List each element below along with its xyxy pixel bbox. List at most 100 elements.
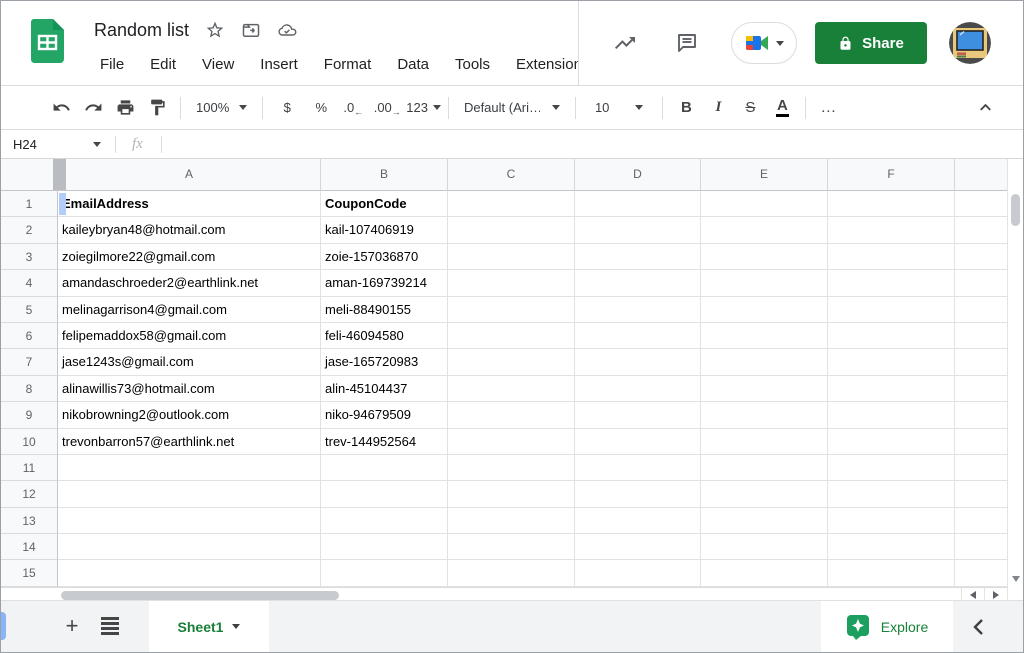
cell-E7[interactable] xyxy=(701,349,828,375)
cell-C15[interactable] xyxy=(448,560,575,586)
cell-E4[interactable] xyxy=(701,270,828,296)
cell-E15[interactable] xyxy=(701,560,828,586)
cell-F5[interactable] xyxy=(828,297,955,323)
undo-button[interactable] xyxy=(45,93,77,123)
tab-sheet1[interactable]: Sheet1 xyxy=(149,601,269,652)
cell-D7[interactable] xyxy=(575,349,701,375)
cell-A7[interactable]: jase1243s@gmail.com xyxy=(58,349,321,375)
cell-C10[interactable] xyxy=(448,429,575,455)
cell-G8[interactable] xyxy=(955,376,1009,402)
cell-A10[interactable]: trevonbarron57@earthlink.net xyxy=(58,429,321,455)
add-sheet-button[interactable]: + xyxy=(59,613,85,639)
row-header-7[interactable]: 7 xyxy=(1,349,58,375)
cell-C14[interactable] xyxy=(448,534,575,560)
cell-F10[interactable] xyxy=(828,429,955,455)
cell-F2[interactable] xyxy=(828,217,955,243)
activity-icon[interactable] xyxy=(613,31,637,55)
cell-E2[interactable] xyxy=(701,217,828,243)
cell-B1[interactable]: CouponCode xyxy=(321,191,448,217)
cell-G13[interactable] xyxy=(955,508,1009,534)
cell-A13[interactable] xyxy=(58,508,321,534)
cell-D9[interactable] xyxy=(575,402,701,428)
cell-B14[interactable] xyxy=(321,534,448,560)
cell-B4[interactable]: aman-169739214 xyxy=(321,270,448,296)
cell-E8[interactable] xyxy=(701,376,828,402)
font-size-select[interactable]: 10 xyxy=(583,93,655,123)
cell-E9[interactable] xyxy=(701,402,828,428)
cell-D6[interactable] xyxy=(575,323,701,349)
cell-B12[interactable] xyxy=(321,481,448,507)
cell-D13[interactable] xyxy=(575,508,701,534)
sheets-logo-icon[interactable] xyxy=(31,19,64,63)
cell-A6[interactable]: felipemaddox58@gmail.com xyxy=(58,323,321,349)
cell-G11[interactable] xyxy=(955,455,1009,481)
cell-D5[interactable] xyxy=(575,297,701,323)
cell-G3[interactable] xyxy=(955,244,1009,270)
cell-F6[interactable] xyxy=(828,323,955,349)
cell-G5[interactable] xyxy=(955,297,1009,323)
cell-G2[interactable] xyxy=(955,217,1009,243)
redo-button[interactable] xyxy=(77,93,109,123)
cell-A8[interactable]: alinawillis73@hotmail.com xyxy=(58,376,321,402)
vertical-scrollbar[interactable] xyxy=(1007,159,1023,602)
cell-B15[interactable] xyxy=(321,560,448,586)
row-header-2[interactable]: 2 xyxy=(1,217,58,243)
cell-G10[interactable] xyxy=(955,429,1009,455)
cell-A15[interactable] xyxy=(58,560,321,586)
cell-E14[interactable] xyxy=(701,534,828,560)
cell-G14[interactable] xyxy=(955,534,1009,560)
cell-E13[interactable] xyxy=(701,508,828,534)
explore-button[interactable]: Explore xyxy=(821,601,953,652)
cell-B5[interactable]: meli-88490155 xyxy=(321,297,448,323)
row-header-1[interactable]: 1 xyxy=(1,191,58,217)
cell-B7[interactable]: jase-165720983 xyxy=(321,349,448,375)
cell-F8[interactable] xyxy=(828,376,955,402)
cell-C8[interactable] xyxy=(448,376,575,402)
bold-button[interactable]: B xyxy=(670,93,702,123)
cell-F3[interactable] xyxy=(828,244,955,270)
cell-C11[interactable] xyxy=(448,455,575,481)
row-header-5[interactable]: 5 xyxy=(1,297,58,323)
cell-G4[interactable] xyxy=(955,270,1009,296)
cell-D12[interactable] xyxy=(575,481,701,507)
strikethrough-button[interactable]: S xyxy=(734,93,766,123)
number-format-button[interactable]: 123 xyxy=(406,93,441,123)
cell-D4[interactable] xyxy=(575,270,701,296)
document-title[interactable]: Random list xyxy=(94,20,189,41)
cell-D10[interactable] xyxy=(575,429,701,455)
cell-F1[interactable] xyxy=(828,191,955,217)
menu-edit[interactable]: Edit xyxy=(140,56,186,73)
name-box[interactable]: H24 xyxy=(1,137,101,152)
cell-D15[interactable] xyxy=(575,560,701,586)
zoom-select[interactable]: 100% xyxy=(188,93,255,123)
column-header-f[interactable]: F xyxy=(828,159,955,191)
cell-D14[interactable] xyxy=(575,534,701,560)
cell-G9[interactable] xyxy=(955,402,1009,428)
collapse-chevron-left-icon[interactable] xyxy=(967,615,991,639)
cell-G6[interactable] xyxy=(955,323,1009,349)
row-header-8[interactable]: 8 xyxy=(1,376,58,402)
cell-F15[interactable] xyxy=(828,560,955,586)
menu-data[interactable]: Data xyxy=(387,56,439,73)
share-button[interactable]: Share xyxy=(815,22,927,64)
cell-E3[interactable] xyxy=(701,244,828,270)
cell-E1[interactable] xyxy=(701,191,828,217)
paint-format-button[interactable] xyxy=(141,93,173,123)
move-to-folder-icon[interactable] xyxy=(241,20,261,40)
cell-D2[interactable] xyxy=(575,217,701,243)
cell-A3[interactable]: zoiegilmore22@gmail.com xyxy=(58,244,321,270)
cell-F11[interactable] xyxy=(828,455,955,481)
cell-E6[interactable] xyxy=(701,323,828,349)
italic-button[interactable]: I xyxy=(702,93,734,123)
row-header-9[interactable]: 9 xyxy=(1,402,58,428)
text-color-button[interactable]: A xyxy=(766,93,798,123)
cell-D11[interactable] xyxy=(575,455,701,481)
horizontal-scrollbar-thumb[interactable] xyxy=(61,591,339,600)
cell-B8[interactable]: alin-45104437 xyxy=(321,376,448,402)
menu-insert[interactable]: Insert xyxy=(250,56,308,73)
cell-C7[interactable] xyxy=(448,349,575,375)
cell-A11[interactable] xyxy=(58,455,321,481)
cell-C6[interactable] xyxy=(448,323,575,349)
column-header-b[interactable]: B xyxy=(321,159,448,191)
cell-B13[interactable] xyxy=(321,508,448,534)
